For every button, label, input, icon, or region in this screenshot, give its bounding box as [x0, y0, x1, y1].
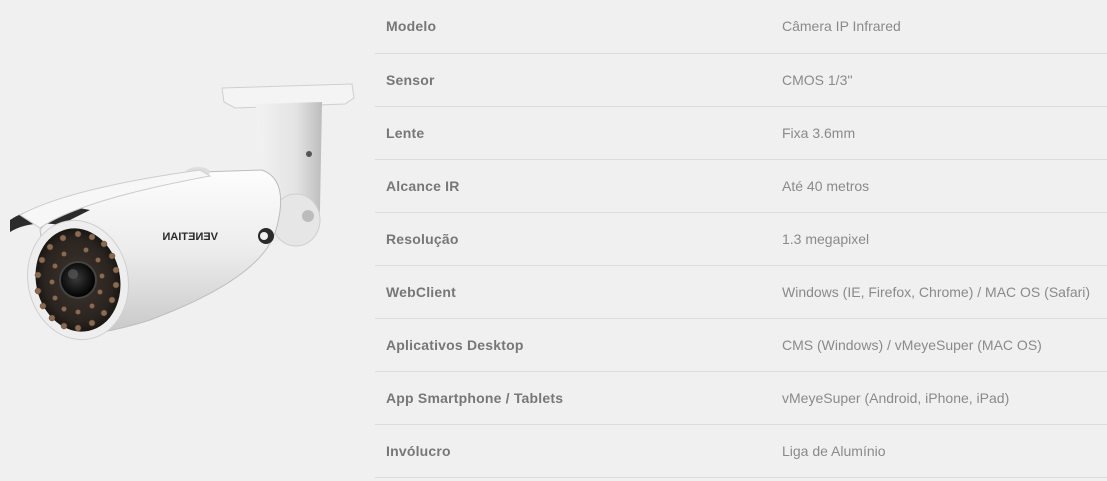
spec-label: Invólucro — [375, 424, 782, 478]
spec-value: Liga de Alumínio — [782, 424, 1107, 478]
spec-row: Sensor CMOS 1/3'' — [375, 53, 1107, 107]
spec-row: Modelo Câmera IP Infrared — [375, 0, 1107, 54]
spec-row: Alcance IR Até 40 metros — [375, 159, 1107, 213]
spec-label: Modelo — [375, 0, 782, 54]
product-image: VENETIAN — [0, 60, 370, 360]
spec-row: WebClient Windows (IE, Firefox, Chrome) … — [375, 265, 1107, 319]
spec-label: Aplicativos Desktop — [375, 318, 782, 372]
spec-label: Sensor — [375, 53, 782, 107]
spec-value: vMeyeSuper (Android, iPhone, iPad) — [782, 371, 1107, 425]
spec-label: Lente — [375, 106, 782, 160]
spec-label: WebClient — [375, 265, 782, 319]
spec-value: Até 40 metros — [782, 159, 1107, 213]
brand-text: VENETIAN — [162, 231, 218, 243]
spec-value: CMS (Windows) / vMeyeSuper (MAC OS) — [782, 318, 1107, 372]
spec-value: Windows (IE, Firefox, Chrome) / MAC OS (… — [782, 265, 1107, 319]
bullet-camera-image: VENETIAN — [10, 83, 355, 341]
spec-value: 1.3 megapixel — [782, 212, 1107, 266]
spec-row: App Smartphone / Tablets vMeyeSuper (And… — [375, 371, 1107, 425]
spec-value: Câmera IP Infrared — [782, 0, 1107, 54]
spec-label: Alcance IR — [375, 159, 782, 213]
spec-table: Modelo Câmera IP Infrared Sensor CMOS 1/… — [375, 0, 1107, 478]
spec-row: Lente Fixa 3.6mm — [375, 106, 1107, 160]
spec-label: Resolução — [375, 212, 782, 266]
spec-value: Fixa 3.6mm — [782, 106, 1107, 160]
spec-row: Invólucro Liga de Alumínio — [375, 424, 1107, 478]
spec-row: Resolução 1.3 megapixel — [375, 212, 1107, 266]
spec-label: App Smartphone / Tablets — [375, 371, 782, 425]
spec-value: CMOS 1/3'' — [782, 53, 1107, 107]
spec-row: Aplicativos Desktop CMS (Windows) / vMey… — [375, 318, 1107, 372]
